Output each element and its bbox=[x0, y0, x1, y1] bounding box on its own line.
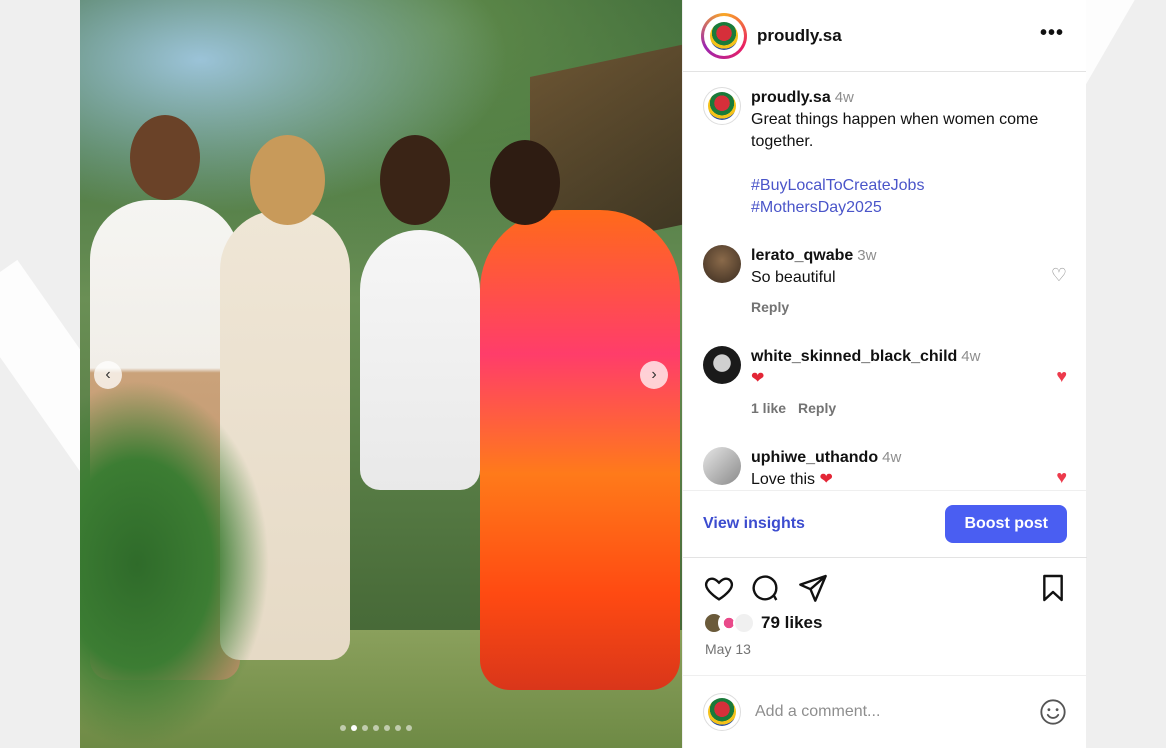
heart-emoji-icon: ❤ bbox=[751, 370, 765, 387]
hashtag-link[interactable]: #MothersDay2025 bbox=[751, 197, 1067, 219]
post-actions bbox=[683, 572, 1087, 608]
heart-emoji-icon: ❤ bbox=[819, 471, 833, 487]
share-icon[interactable] bbox=[797, 572, 829, 604]
post-side-panel: proudly.sa ••• proudly.sa 4w Great things… bbox=[682, 0, 1087, 748]
comment-username[interactable]: lerato_qwabe bbox=[751, 247, 853, 264]
comment-time: 4w bbox=[882, 449, 902, 466]
proudly-sa-logo bbox=[710, 21, 738, 50]
comment-icon[interactable] bbox=[749, 572, 781, 604]
comment-time: 4w bbox=[961, 348, 981, 365]
more-icon[interactable]: ••• bbox=[1040, 22, 1064, 45]
carousel-dot[interactable] bbox=[340, 725, 346, 731]
carousel-dot[interactable] bbox=[384, 725, 390, 731]
smile-icon[interactable] bbox=[1039, 698, 1067, 726]
bookmark-icon[interactable] bbox=[1037, 572, 1069, 604]
post-date: May 13 bbox=[705, 641, 751, 657]
comment-username[interactable]: uphiwe_uthando bbox=[751, 449, 878, 466]
photo-person bbox=[360, 230, 480, 490]
author-username[interactable]: proudly.sa bbox=[757, 26, 842, 46]
photo-head bbox=[250, 135, 325, 225]
carousel-dot[interactable] bbox=[373, 725, 379, 731]
carousel-dots bbox=[340, 725, 412, 731]
comment-username[interactable]: white_skinned_black_child bbox=[751, 348, 957, 365]
carousel-dot[interactable] bbox=[395, 725, 401, 731]
carousel-dot-active[interactable] bbox=[351, 725, 357, 731]
boost-post-button[interactable]: Boost post bbox=[945, 505, 1067, 543]
carousel-dot[interactable] bbox=[362, 725, 368, 731]
liker-avatar bbox=[733, 612, 755, 634]
caption: proudly.sa 4w Great things happen when wo… bbox=[703, 87, 1067, 219]
proudly-sa-logo bbox=[708, 92, 736, 120]
proudly-sa-logo bbox=[708, 698, 736, 726]
hashtag-link[interactable]: #BuyLocalToCreateJobs bbox=[751, 175, 1067, 197]
author-avatar[interactable] bbox=[701, 12, 747, 59]
chevron-right-icon: › bbox=[651, 366, 657, 383]
commenter-avatar[interactable] bbox=[703, 346, 741, 384]
photo-head bbox=[380, 135, 450, 225]
comment-time: 3w bbox=[857, 247, 877, 264]
commenter-avatar[interactable] bbox=[703, 447, 741, 485]
comment-text: Love this bbox=[751, 471, 816, 487]
caption-username[interactable]: proudly.sa bbox=[751, 89, 831, 106]
carousel-next-button[interactable]: › bbox=[640, 361, 668, 389]
comments-scroll-area[interactable]: proudly.sa 4w Great things happen when wo… bbox=[683, 73, 1087, 487]
photo-person bbox=[480, 210, 680, 690]
likes-count[interactable]: 79 likes bbox=[761, 613, 822, 633]
carousel-prev-button[interactable]: ‹ bbox=[94, 361, 122, 389]
comment-item: lerato_qwabe 3w So beautiful Reply ♡ bbox=[703, 245, 1067, 315]
current-user-avatar bbox=[703, 693, 741, 731]
add-comment-input[interactable]: Add a comment... bbox=[755, 703, 1039, 721]
post-modal: ‹ › proudly.sa ••• proudly.sa 4w Great t… bbox=[80, 0, 1087, 748]
comment-item: uphiwe_uthando 4w Love this ❤ ♥ bbox=[703, 447, 1067, 487]
commenter-avatar[interactable] bbox=[703, 245, 741, 283]
caption-text: Great things happen when women come toge… bbox=[751, 111, 1039, 150]
comment-likes-count[interactable]: 1 like bbox=[751, 400, 786, 416]
reply-button[interactable]: Reply bbox=[798, 400, 836, 416]
comment-item: white_skinned_black_child 4w ❤ 1 like Rep… bbox=[703, 346, 1067, 416]
chevron-left-icon: ‹ bbox=[105, 366, 111, 383]
reply-button[interactable]: Reply bbox=[751, 299, 789, 315]
view-insights-link[interactable]: View insights bbox=[703, 515, 805, 533]
likes-summary[interactable]: 79 likes bbox=[703, 612, 822, 634]
photo-plant bbox=[80, 380, 270, 748]
carousel-dot[interactable] bbox=[406, 725, 412, 731]
caption-avatar[interactable] bbox=[703, 87, 741, 125]
post-header: proudly.sa ••• bbox=[683, 0, 1086, 72]
heart-icon[interactable]: ♥ bbox=[1056, 467, 1067, 487]
heart-icon[interactable]: ♥ bbox=[1056, 366, 1067, 387]
insights-bar: View insights Boost post bbox=[683, 490, 1087, 558]
comment-text: So beautiful bbox=[751, 269, 836, 286]
heart-icon[interactable]: ♡ bbox=[1051, 265, 1067, 286]
heart-icon[interactable] bbox=[703, 572, 735, 604]
photo-head bbox=[490, 140, 560, 225]
caption-time: 4w bbox=[834, 89, 854, 106]
photo-head bbox=[130, 115, 200, 200]
post-photo: ‹ › bbox=[80, 0, 682, 748]
add-comment-bar: Add a comment... bbox=[683, 675, 1087, 748]
